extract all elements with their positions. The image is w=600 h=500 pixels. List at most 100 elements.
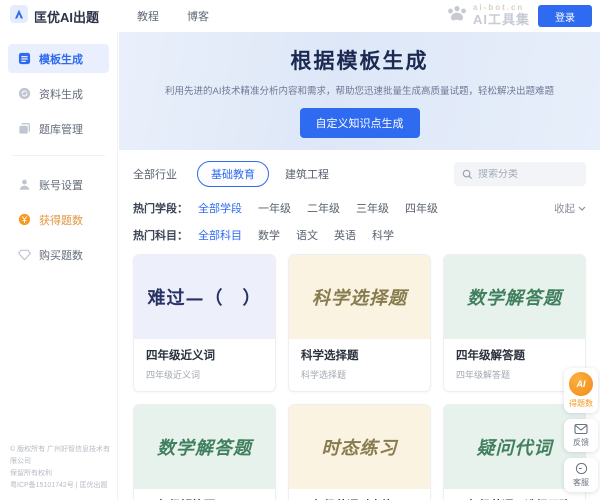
sidebar-item-question-bank[interactable]: 题库管理 <box>8 114 109 143</box>
app-title: 匡优AI出题 <box>34 7 99 26</box>
sidebar-footer: © 版权所有 广州好智信息技术有限公司保留所有权利粤ICP备15101742号 … <box>10 444 111 492</box>
card-body: 科学选择题科学选择题 <box>289 339 430 391</box>
card-banner-text: 数学解答题 <box>157 434 252 460</box>
card-banner-text: 难过—（ ） <box>148 284 262 310</box>
card-title: 科学选择题 <box>301 347 418 363</box>
envelope-icon <box>574 423 588 435</box>
sidebar-item-template-gen[interactable]: 模板生成 <box>8 44 109 73</box>
paw-icon <box>445 4 469 28</box>
ai-badge-icon: AI <box>569 372 593 396</box>
hero-section: 根据模板生成 利用先进的AI技术精准分析内容和需求，帮助您迅速批量生成高质量试题… <box>119 32 600 150</box>
template-card[interactable]: 时态练习三年级英语时态练习 <box>288 404 431 500</box>
card-body: 三年级英语时态练习 <box>289 489 430 500</box>
sidebar-item-account-settings[interactable]: 账号设置 <box>8 170 109 199</box>
filter-bar: 全部行业 基础教育建筑工程 <box>119 150 600 187</box>
sidebar-item-label: 题库管理 <box>39 121 83 137</box>
template-card[interactable]: 科学选择题科学选择题科学选择题 <box>288 254 431 392</box>
hot-row-label: 热门学段： <box>133 200 188 216</box>
card-banner-text: 疑问代词 <box>477 434 553 460</box>
float-label: 得题数 <box>569 398 593 409</box>
float-label: 客服 <box>573 477 589 488</box>
sidebar-item-label: 模板生成 <box>39 51 83 67</box>
search-input[interactable] <box>478 169 578 180</box>
account-icon <box>18 178 31 191</box>
top-nav: 教程 博客 <box>137 8 209 24</box>
template-card[interactable]: 数学解答题三年级解答题 <box>133 404 276 500</box>
card-title: 四年级近义词 <box>146 347 263 363</box>
chevron-down-icon <box>578 202 586 214</box>
template-card[interactable]: 难过—（ ） 四年级近义词四年级近义词 <box>133 254 276 392</box>
hot-options: 全部科目数学语文英语科学 <box>198 227 394 243</box>
sidebar-item-material-gen[interactable]: 资料生成 <box>8 79 109 108</box>
filter-option[interactable]: 四年级 <box>405 200 438 216</box>
login-button[interactable]: 登录 <box>538 5 592 27</box>
filter-option[interactable]: 科学 <box>372 227 394 243</box>
filter-option[interactable]: 二年级 <box>307 200 340 216</box>
card-body: 四年级近义词四年级近义词 <box>134 339 275 391</box>
collapse-button[interactable]: 收起 <box>554 201 586 216</box>
card-banner-text: 科学选择题 <box>312 284 407 310</box>
collapse-label: 收起 <box>554 201 575 216</box>
card-banner: 时态练习 <box>289 405 430 489</box>
float-feedback-button[interactable]: 反馈 <box>564 419 598 452</box>
template-icon <box>18 52 31 65</box>
coin-icon <box>18 213 31 226</box>
filter-option[interactable]: 英语 <box>334 227 356 243</box>
float-support-button[interactable]: 客服 <box>564 458 598 492</box>
header: 匡优AI出题 教程 博客 ai-bot.cn AI工具集 登录 <box>0 0 600 32</box>
sidebar-item-label: 账号设置 <box>39 177 83 193</box>
sidebar-menu: 模板生成资料生成题库管理账号设置获得题数购买题数 <box>0 44 117 269</box>
page-title: 根据模板生成 <box>291 45 429 75</box>
float-widget: AI 得题数反馈客服 <box>564 368 598 492</box>
hot-row-grade: 热门学段： 全部学段一年级二年级三年级四年级 收起 <box>133 200 586 216</box>
material-icon <box>18 87 31 100</box>
industry-tab-all[interactable]: 全部行业 <box>133 166 177 182</box>
watermark: ai-bot.cn AI工具集 <box>445 4 530 28</box>
float-earn-questions-button[interactable]: AI 得题数 <box>564 368 598 413</box>
card-subtitle: 科学选择题 <box>301 368 418 381</box>
card-banner-text: 数学解答题 <box>467 284 562 310</box>
card-subtitle: 四年级近义词 <box>146 368 263 381</box>
copyright-line: 粤ICP备15101742号 | 匡优出题 <box>10 480 111 492</box>
sidebar-item-label: 购买题数 <box>39 247 83 263</box>
copyright-line: 保留所有权利 <box>10 468 111 480</box>
header-right: ai-bot.cn AI工具集 登录 <box>445 4 592 28</box>
sidebar-item-earn-questions[interactable]: 获得题数 <box>8 205 109 234</box>
filter-option[interactable]: 三年级 <box>356 200 389 216</box>
hot-filter-rows: 热门学段： 全部学段一年级二年级三年级四年级 收起热门科目： 全部科目数学语文英语科学 <box>119 200 600 243</box>
bank-icon <box>18 122 31 135</box>
industry-tabs: 全部行业 基础教育建筑工程 <box>133 161 349 187</box>
card-banner: 科学选择题 <box>289 255 430 339</box>
watermark-text: ai-bot.cn AI工具集 <box>473 4 530 27</box>
card-body: 三年级解答题 <box>134 489 275 500</box>
industry-tab-basic-edu[interactable]: 基础教育 <box>197 161 269 187</box>
sidebar-item-label: 资料生成 <box>39 86 83 102</box>
search-icon <box>462 169 473 180</box>
hot-options: 全部学段一年级二年级三年级四年级 <box>198 200 438 216</box>
filter-option[interactable]: 全部学段 <box>198 200 242 216</box>
main-content: 根据模板生成 利用先进的AI技术精准分析内容和需求，帮助您迅速批量生成高质量试题… <box>119 32 600 500</box>
sidebar-divider <box>12 155 105 156</box>
industry-tab-construction[interactable]: 建筑工程 <box>285 166 329 182</box>
logo[interactable]: 匡优AI出题 <box>10 5 99 28</box>
watermark-line2: AI工具集 <box>473 13 530 27</box>
card-subtitle: 四年级解答题 <box>456 368 573 381</box>
nav-tutorial[interactable]: 教程 <box>137 8 159 24</box>
logo-icon <box>10 5 28 28</box>
filter-option[interactable]: 数学 <box>258 227 280 243</box>
copyright-line: © 版权所有 广州好智信息技术有限公司 <box>10 444 111 468</box>
custom-knowledge-button[interactable]: 自定义知识点生成 <box>300 108 420 138</box>
card-banner: 数学解答题 <box>444 255 585 339</box>
sidebar-item-buy-questions[interactable]: 购买题数 <box>8 240 109 269</box>
filter-option[interactable]: 全部科目 <box>198 227 242 243</box>
sidebar: 模板生成资料生成题库管理账号设置获得题数购买题数 © 版权所有 广州好智信息技术… <box>0 32 118 500</box>
page-subtitle: 利用先进的AI技术精准分析内容和需求，帮助您迅速批量生成高质量试题，轻松解决出题… <box>133 83 585 97</box>
nav-blog[interactable]: 博客 <box>187 8 209 24</box>
float-label: 反馈 <box>573 437 589 448</box>
diamond-icon <box>18 248 31 261</box>
card-banner: 难过—（ ） <box>134 255 275 339</box>
hot-row-label: 热门科目： <box>133 227 188 243</box>
filter-option[interactable]: 语文 <box>296 227 318 243</box>
sidebar-item-label: 获得题数 <box>39 212 83 228</box>
filter-option[interactable]: 一年级 <box>258 200 291 216</box>
